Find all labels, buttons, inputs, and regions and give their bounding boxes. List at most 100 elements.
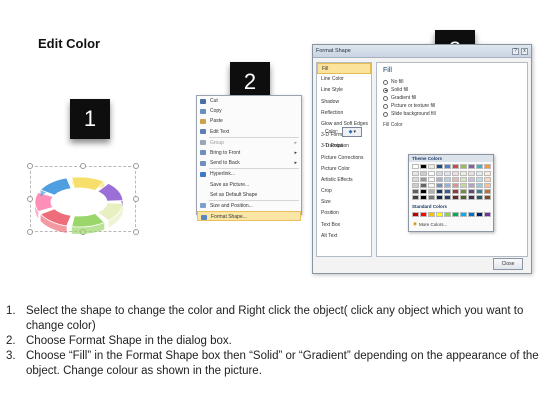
radio-button[interactable] (383, 87, 388, 93)
color-swatch[interactable] (452, 183, 459, 188)
close-button[interactable]: Close (493, 258, 523, 270)
color-swatch[interactable] (484, 189, 491, 194)
fill-option[interactable]: Solid fill (383, 86, 521, 94)
menu-item-edit-text[interactable]: Edit Text (197, 127, 301, 137)
color-swatch[interactable] (428, 195, 435, 200)
close-x-button[interactable]: x (521, 48, 528, 55)
nav-item-line-style[interactable]: Line Style (317, 85, 371, 96)
color-swatch[interactable] (420, 171, 427, 176)
color-swatch[interactable] (444, 183, 451, 188)
color-dropdown-button[interactable]: ◆ ▾ (342, 127, 363, 137)
nav-item-position[interactable]: Position (317, 208, 371, 219)
nav-item-artistic-effects[interactable]: Artistic Effects (317, 175, 371, 186)
color-swatch[interactable] (484, 164, 491, 169)
color-swatch[interactable] (468, 164, 475, 169)
menu-item-group[interactable]: Group ▸ (197, 138, 301, 148)
menu-item-set-as-default-shape[interactable]: Set as Default Shape (197, 190, 301, 200)
color-swatch[interactable] (428, 171, 435, 176)
standard-color-swatch[interactable] (476, 212, 483, 217)
color-swatch[interactable] (444, 171, 451, 176)
color-swatch[interactable] (436, 177, 443, 182)
radio-button[interactable] (383, 79, 388, 85)
color-swatch[interactable] (412, 171, 419, 176)
color-swatch[interactable] (476, 189, 483, 194)
color-swatch[interactable] (444, 189, 451, 194)
help-button[interactable]: ? (512, 48, 519, 55)
color-swatch[interactable] (428, 177, 435, 182)
color-swatch[interactable] (428, 189, 435, 194)
color-swatch[interactable] (468, 189, 475, 194)
nav-item-picture-color[interactable]: Picture Color (317, 164, 371, 175)
standard-color-swatch[interactable] (420, 212, 427, 217)
menu-item-size-and-position[interactable]: Size and Position... (197, 201, 301, 211)
color-swatch[interactable] (436, 171, 443, 176)
radio-button[interactable] (383, 111, 388, 117)
color-swatch[interactable] (460, 177, 467, 182)
color-swatch[interactable] (420, 164, 427, 169)
color-swatch[interactable] (484, 177, 491, 182)
color-swatch[interactable] (444, 164, 451, 169)
radio-button[interactable] (383, 95, 388, 101)
color-swatch[interactable] (412, 195, 419, 200)
more-colors-option[interactable]: ◉ More Colors... (413, 221, 447, 227)
standard-color-swatch[interactable] (484, 212, 491, 217)
fill-option[interactable]: Slide background fill (383, 110, 521, 118)
nav-item-line-color[interactable]: Line Color (317, 74, 371, 85)
color-swatch[interactable] (460, 164, 467, 169)
dialog-titlebar[interactable]: Format Shape (313, 45, 531, 58)
color-swatch[interactable] (460, 195, 467, 200)
color-swatch[interactable] (484, 171, 491, 176)
color-swatch[interactable] (428, 164, 435, 169)
standard-color-swatch[interactable] (468, 212, 475, 217)
color-swatch[interactable] (468, 183, 475, 188)
standard-color-swatch[interactable] (428, 212, 435, 217)
color-swatch[interactable] (412, 189, 419, 194)
standard-color-swatch[interactable] (444, 212, 451, 217)
color-swatch[interactable] (436, 195, 443, 200)
menu-item-format-shape[interactable]: Format Shape... (197, 211, 301, 222)
fill-option[interactable]: Gradient fill (383, 94, 521, 102)
color-swatch[interactable] (452, 177, 459, 182)
color-swatch[interactable] (452, 195, 459, 200)
color-swatch[interactable] (468, 177, 475, 182)
color-swatch[interactable] (460, 183, 467, 188)
ring-segment[interactable] (71, 176, 106, 192)
color-swatch[interactable] (412, 164, 419, 169)
menu-item-send-to-back[interactable]: Send to Back ▸ (197, 158, 301, 168)
menu-item-paste[interactable]: Paste (197, 116, 301, 126)
menu-item-cut[interactable]: Cut (197, 96, 301, 106)
color-swatch[interactable] (412, 177, 419, 182)
color-swatch[interactable] (428, 183, 435, 188)
color-swatch[interactable] (444, 195, 451, 200)
color-swatch[interactable] (468, 171, 475, 176)
color-swatch[interactable] (484, 195, 491, 200)
nav-item-alt-text[interactable]: Alt Text (317, 231, 371, 242)
menu-item-hyperlink[interactable]: Hyperlink... (197, 169, 301, 179)
color-swatch[interactable] (452, 171, 459, 176)
color-swatch[interactable] (436, 164, 443, 169)
nav-item-size[interactable]: Size (317, 197, 371, 208)
ring-segment[interactable] (34, 192, 54, 212)
menu-item-bring-to-front[interactable]: Bring to Front ▸ (197, 148, 301, 158)
color-swatch[interactable] (452, 189, 459, 194)
color-swatch[interactable] (460, 189, 467, 194)
color-swatch[interactable] (420, 189, 427, 194)
nav-item-fill[interactable]: Fill (317, 63, 371, 75)
color-swatch[interactable] (444, 177, 451, 182)
standard-color-swatch[interactable] (436, 212, 443, 217)
color-swatch[interactable] (460, 171, 467, 176)
color-swatch[interactable] (412, 183, 419, 188)
color-swatch[interactable] (420, 183, 427, 188)
cycle-ring-shape[interactable] (24, 160, 139, 250)
color-swatch[interactable] (484, 183, 491, 188)
color-swatch[interactable] (468, 195, 475, 200)
menu-item-save-as-picture[interactable]: Save as Picture... (197, 180, 301, 190)
nav-item-text-box[interactable]: Text Box (317, 220, 371, 231)
nav-item-reflection[interactable]: Reflection (317, 108, 371, 119)
standard-color-swatch[interactable] (460, 212, 467, 217)
color-swatch[interactable] (436, 183, 443, 188)
color-swatch[interactable] (476, 171, 483, 176)
color-swatch[interactable] (476, 177, 483, 182)
color-swatch[interactable] (476, 195, 483, 200)
color-swatch[interactable] (420, 195, 427, 200)
